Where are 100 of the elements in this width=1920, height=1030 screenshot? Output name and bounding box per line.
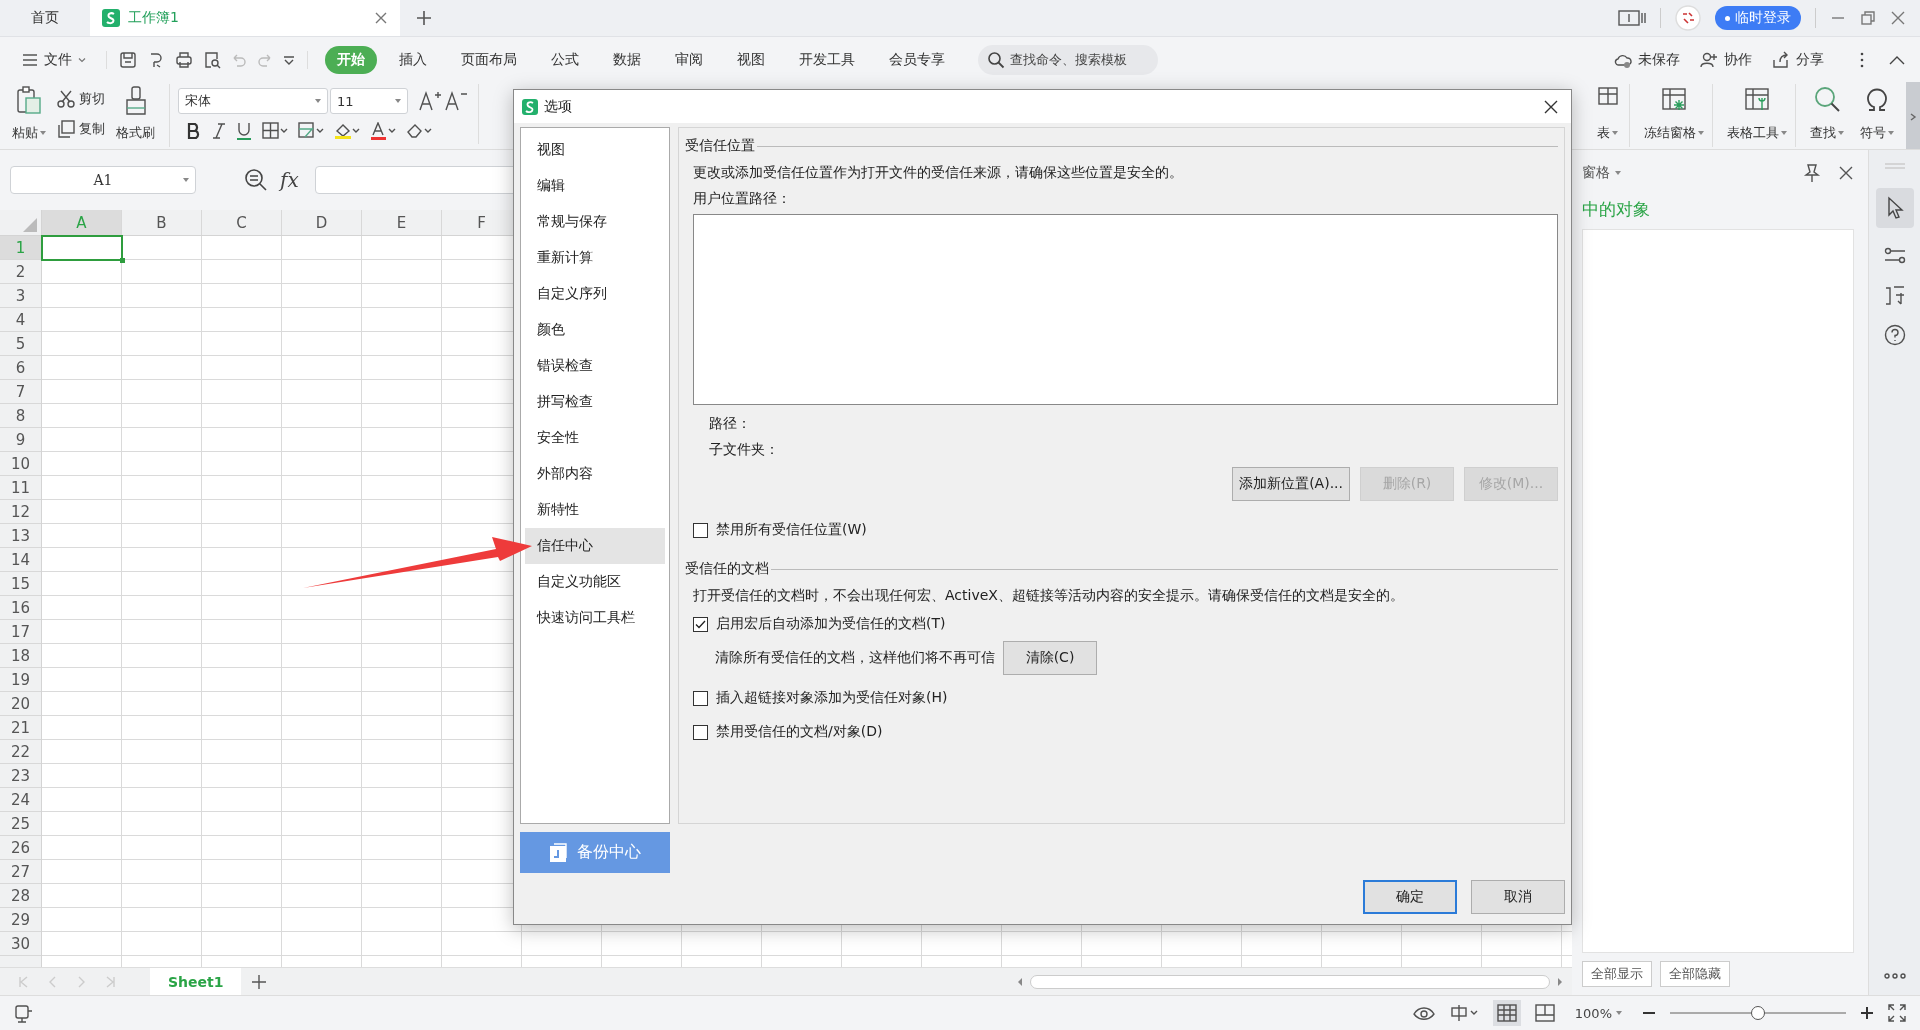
row-header[interactable]: 2 [0,260,41,284]
row-header[interactable]: 27 [0,860,41,884]
print-icon[interactable] [175,50,193,69]
row-header[interactable]: 13 [0,524,41,548]
scroll-left-icon[interactable] [1016,976,1024,987]
add-sheet-icon[interactable] [251,973,268,990]
toolbar-button[interactable]: 分享 [1764,45,1832,74]
fill-color-icon[interactable] [334,122,360,140]
bold-icon[interactable] [186,122,202,140]
horizontal-scrollbar[interactable] [1030,974,1550,989]
row-header[interactable]: 5 [0,332,41,356]
row-header[interactable]: 18 [0,644,41,668]
checkbox[interactable] [693,522,708,538]
row-header[interactable]: 30 [0,932,41,956]
window-count-icon[interactable] [1618,9,1646,27]
eye-icon[interactable] [1412,1004,1435,1022]
nav-item[interactable]: 自定义序列 [525,276,665,312]
dialog-button[interactable]: 取消 [1471,880,1565,914]
ribbon-tab[interactable]: 数据 [601,45,653,74]
ribbon-tab[interactable]: 开发工具 [787,45,867,74]
row-header[interactable]: 24 [0,788,41,812]
row-header[interactable]: 3 [0,284,41,308]
nav-item[interactable]: 信任中心 [525,528,665,564]
ribbon-tab[interactable]: 审阅 [663,45,715,74]
checkbox-label[interactable]: 禁用所有受信任位置(W) [716,521,867,539]
checkbox-label[interactable]: 插入超链接对象添加为受信任对象(H) [716,689,948,707]
zoom-in-icon[interactable] [1860,1006,1874,1020]
ribbon-tab[interactable]: 插入 [387,45,439,74]
row-header[interactable]: 22 [0,740,41,764]
row-header[interactable]: 20 [0,692,41,716]
ribbon-tab[interactable]: 页面布局 [449,45,529,74]
page-layout-icon[interactable] [1534,1004,1555,1022]
paste-button[interactable]: 粘贴 [8,84,50,144]
document-tab[interactable]: 工作簿1 [90,0,400,36]
scroll-right-icon[interactable] [1909,112,1917,122]
nav-item[interactable]: 颜色 [525,312,665,348]
nav-item[interactable]: 拼写检查 [525,384,665,420]
column-header[interactable]: D [282,210,362,235]
zoom-menu[interactable]: 100% [1568,1004,1628,1022]
row-header[interactable]: 21 [0,716,41,740]
toolbar-button[interactable]: 未保存 [1606,45,1688,74]
row-header[interactable]: 23 [0,764,41,788]
nav-item[interactable]: 自定义功能区 [525,564,665,600]
eraser-icon[interactable] [406,122,432,140]
help-icon[interactable] [1883,324,1906,346]
checkbox-label[interactable]: 禁用受信任的文档/对象(D) [716,723,883,741]
increase-font-icon[interactable] [418,90,442,112]
symbol-button[interactable]: 符号 [1852,84,1902,144]
toolbar-button[interactable]: 协作 [1692,45,1760,74]
borders-icon[interactable] [262,122,288,140]
row-header[interactable]: 25 [0,812,41,836]
ribbon-tab[interactable]: 公式 [539,45,591,74]
underline-icon[interactable] [236,122,252,140]
input-method-icon[interactable] [1448,1004,1479,1022]
nav-item[interactable]: 视图 [525,132,665,168]
print-preview-icon[interactable] [203,50,221,69]
clear-button[interactable]: 清除(C) [1003,641,1097,675]
insert-function-button[interactable]: fx [280,168,299,192]
row-header[interactable]: 14 [0,548,41,572]
nav-item[interactable]: 错误检查 [525,348,665,384]
row-header[interactable]: 9 [0,428,41,452]
ribbon-tab[interactable]: 视图 [725,45,777,74]
row-header[interactable]: 4 [0,308,41,332]
worksheet-button[interactable]: 表 [1593,84,1629,144]
table-tools-button[interactable]: 表格工具 [1719,84,1795,144]
freeze-panes-button[interactable]: 冻结窗格 [1636,84,1712,144]
column-header[interactable]: C [202,210,282,235]
restore-icon[interactable] [1860,10,1876,26]
normal-view-icon[interactable] [1496,1004,1517,1022]
find-button[interactable]: 查找 [1802,84,1852,144]
italic-icon[interactable] [212,122,226,140]
zoom-formula-icon[interactable] [244,168,268,192]
cell-style-icon[interactable] [298,122,324,140]
pin-icon[interactable] [1802,163,1822,183]
avatar-icon[interactable] [1675,5,1701,31]
row-header[interactable]: 6 [0,356,41,380]
row-header[interactable]: 15 [0,572,41,596]
pane-button[interactable]: 全部显示 [1582,961,1652,987]
checkbox-label[interactable]: 启用宏后自动添加为受信任的文档(T) [716,615,946,633]
login-button[interactable]: 临时登录 [1715,6,1801,30]
row-header[interactable]: 17 [0,620,41,644]
checkbox[interactable] [693,724,708,740]
close-icon[interactable] [1543,98,1559,115]
scroll-right-icon[interactable] [1556,976,1564,987]
font-size-field[interactable]: 11 [330,88,408,114]
name-box[interactable]: A1 [10,166,196,194]
macro-icon[interactable] [14,1003,34,1023]
row-header[interactable]: 12 [0,500,41,524]
ribbon-tab[interactable]: 会员专享 [877,45,957,74]
row-header[interactable]: 8 [0,404,41,428]
nav-item[interactable]: 快速访问工具栏 [525,600,665,636]
font-color-icon[interactable] [370,122,396,140]
row-header[interactable]: 29 [0,908,41,932]
row-header[interactable]: 16 [0,596,41,620]
row-header[interactable]: 11 [0,476,41,500]
nav-item[interactable]: 编辑 [525,168,665,204]
format-painter-button[interactable]: 格式刷 [112,84,159,144]
add-tab-icon[interactable] [416,10,432,26]
checkbox[interactable] [693,690,708,706]
close-icon[interactable] [1838,165,1854,181]
